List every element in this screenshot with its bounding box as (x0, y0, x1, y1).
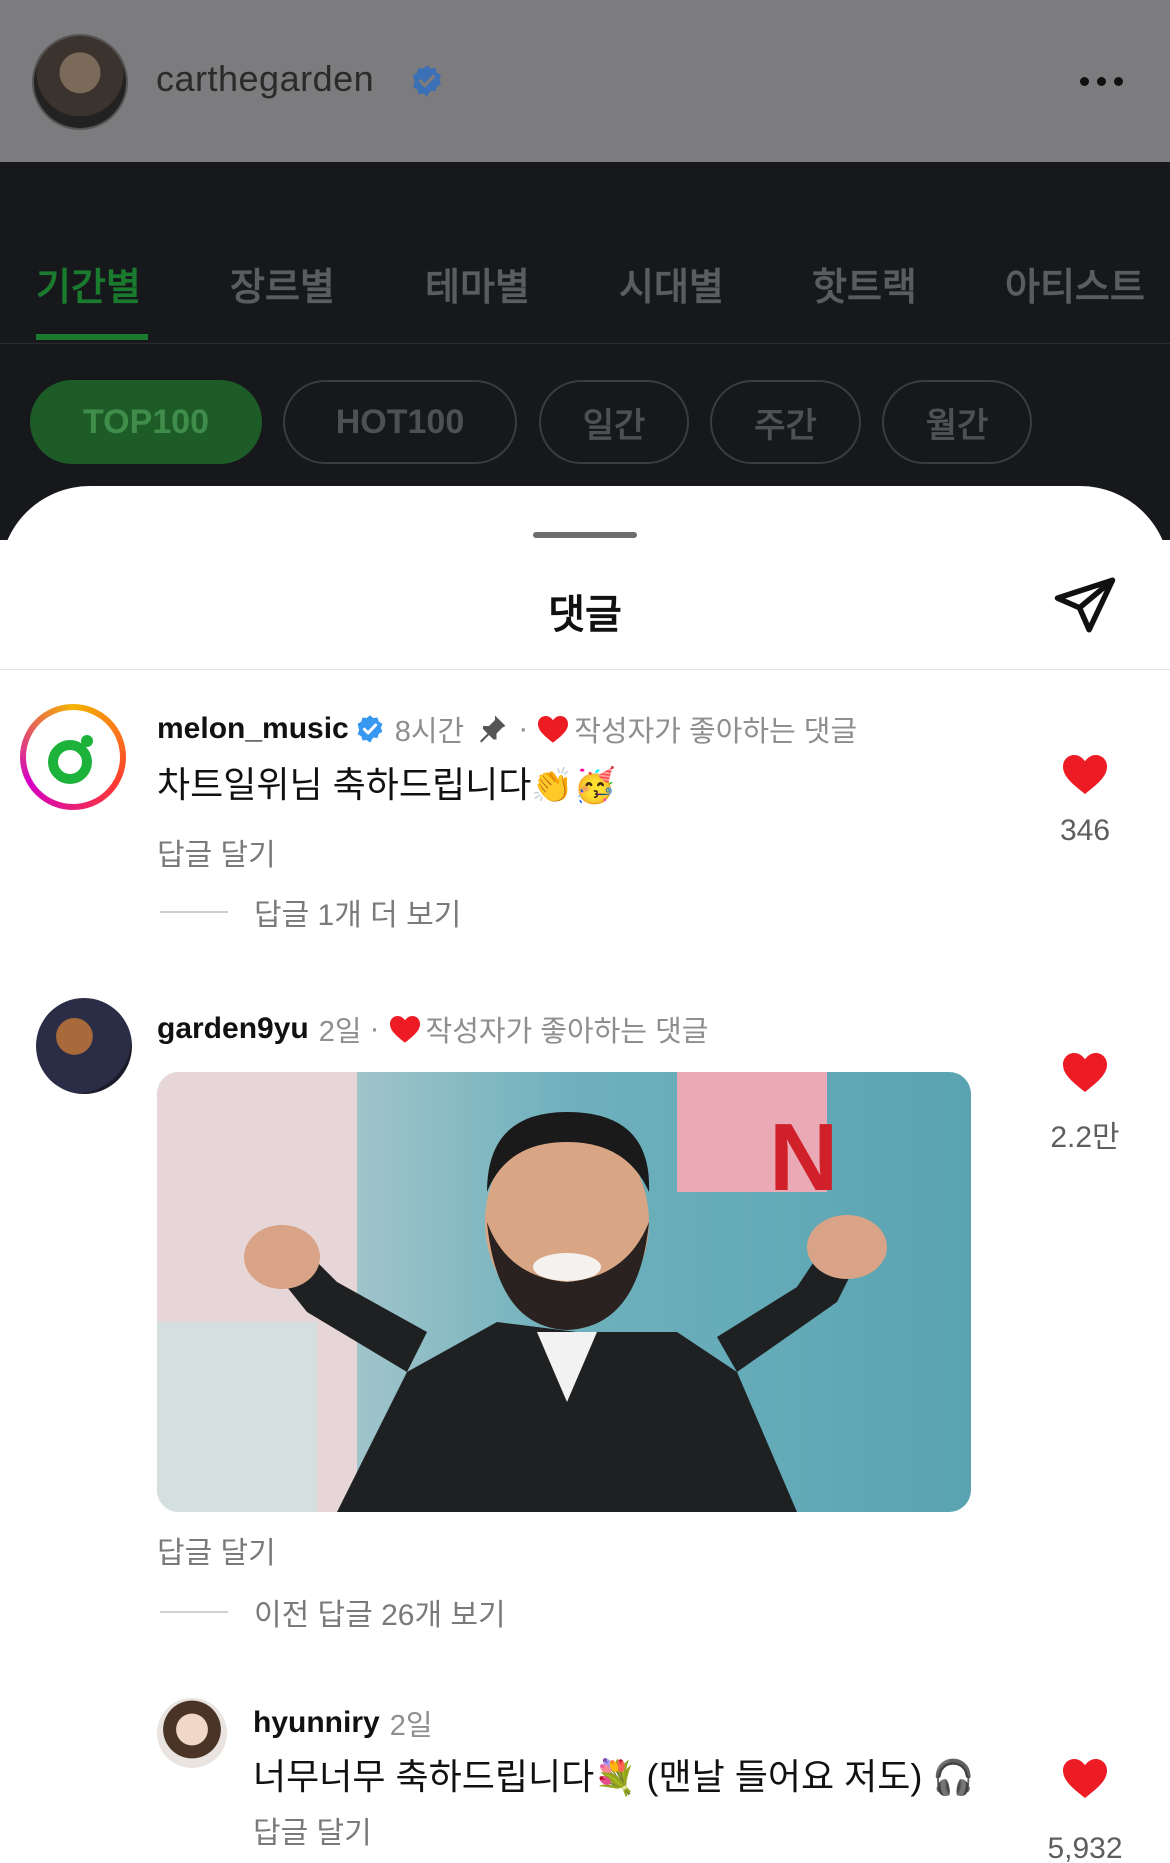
svg-text:N: N (769, 1104, 838, 1211)
headphones-emoji: 🎧 (932, 1758, 975, 1798)
comment-header: melon_music 8시간 · 작성자가 좋아하는 댓글 (157, 708, 857, 750)
tab-era[interactable]: 시대별 (619, 256, 724, 311)
like-count: 2.2만 (1050, 1121, 1120, 1154)
comment-header: garden9yu 2일 · 작성자가 좋아하는 댓글 (157, 1008, 708, 1050)
tab-artist[interactable]: 아티스트 (1005, 256, 1145, 311)
post-header: carthegarden (0, 0, 1170, 162)
verified-badge-icon (357, 715, 383, 743)
chart-filter-pills: TOP100 HOT100 일간 주간 월간 (0, 380, 1170, 470)
comment-body: 차트일위님 축하드립니다 (157, 764, 532, 805)
view-more-replies[interactable]: 답글 1개 더 보기 (160, 890, 461, 934)
comment-text: 너무너무 축하드립니다💐 (맨날 들어요 저도) 🎧 (253, 1748, 975, 1800)
comments-sheet: 댓글 melon_music 8시간 · 작성자가 좋아하는 댓글 차트일위님 … (0, 486, 1170, 1863)
creator-liked-heart-icon (389, 1016, 420, 1043)
comment-emoji: 👏🥳 (531, 766, 616, 806)
avatar[interactable] (32, 34, 128, 130)
like-heart-icon[interactable] (1060, 1756, 1110, 1800)
replies-line (160, 1611, 228, 1613)
reply-button[interactable]: 답글 달기 (157, 1528, 276, 1572)
reply-button[interactable]: 답글 달기 (253, 1808, 372, 1852)
like-heart-icon[interactable] (1060, 752, 1110, 796)
like-count: 5,932 (1047, 1832, 1123, 1863)
comment-username[interactable]: melon_music (157, 712, 349, 746)
comment-text: 차트일위님 축하드립니다👏🥳 (157, 756, 616, 808)
avatar[interactable] (20, 704, 126, 810)
sheet-divider (0, 669, 1170, 670)
pill-daily[interactable]: 일간 (539, 380, 689, 464)
more-options-icon[interactable] (1076, 62, 1132, 102)
creator-liked-label: 작성자가 좋아하는 댓글 (574, 716, 858, 748)
pill-monthly[interactable]: 월간 (882, 380, 1032, 464)
tab-hottrack[interactable]: 핫트랙 (812, 256, 917, 311)
comment-time: 2일 (389, 1710, 433, 1742)
comment-emoji: 💐 (594, 1758, 637, 1798)
share-send-icon[interactable] (1050, 572, 1120, 638)
tab-genre[interactable]: 장르별 (230, 256, 335, 311)
replies-line (160, 911, 228, 913)
pin-icon (480, 715, 506, 743)
comment-username[interactable]: garden9yu (157, 1012, 309, 1046)
comment-body-continued: (맨날 들어요 저도) (636, 1756, 933, 1797)
avatar[interactable] (36, 998, 132, 1094)
pill-top100[interactable]: TOP100 (30, 380, 262, 464)
comment-header: hyunniry 2일 (253, 1702, 433, 1744)
sheet-grab-handle[interactable] (533, 532, 637, 538)
melon-logo-icon (33, 717, 113, 797)
like-count: 346 (1059, 814, 1111, 847)
verified-badge-icon (412, 65, 442, 97)
comment-time: 8시간 (394, 716, 465, 748)
creator-liked-label: 작성자가 좋아하는 댓글 (425, 1016, 709, 1048)
post-author-username[interactable]: carthegarden (156, 58, 374, 100)
creator-liked-heart-icon (538, 716, 569, 743)
comment-gif-image[interactable]: N (157, 1072, 971, 1512)
pill-weekly[interactable]: 주간 (710, 380, 861, 464)
like-heart-icon[interactable] (1060, 1050, 1110, 1094)
chart-tabs: 기간별 장르별 테마별 시대별 핫트랙 아티스트 (0, 248, 1170, 344)
comment-time: 2일 (318, 1016, 362, 1048)
tab-theme[interactable]: 테마별 (425, 256, 530, 311)
active-tab-indicator (36, 334, 148, 340)
view-more-replies[interactable]: 이전 답글 26개 보기 (160, 1590, 506, 1634)
separator-dot: · (518, 712, 529, 745)
view-more-replies-label: 이전 답글 26개 보기 (254, 1599, 506, 1632)
sheet-title: 댓글 (548, 593, 622, 637)
comment-body: 너무너무 축하드립니다 (253, 1756, 595, 1797)
avatar[interactable] (157, 1698, 227, 1768)
view-more-replies-label: 답글 1개 더 보기 (254, 899, 462, 932)
pill-hot100[interactable]: HOT100 (283, 380, 517, 464)
separator-dot: · (369, 1012, 380, 1045)
comment-username[interactable]: hyunniry (253, 1706, 380, 1740)
reply-button[interactable]: 답글 달기 (157, 830, 276, 874)
tab-period[interactable]: 기간별 (36, 256, 141, 311)
